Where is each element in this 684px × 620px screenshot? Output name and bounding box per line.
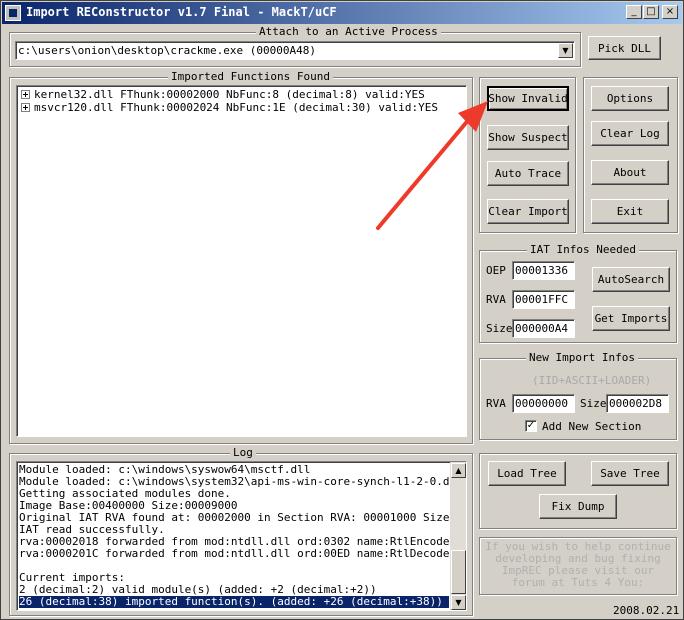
build-date: 2008.02.21: [613, 604, 680, 617]
new-size-label: Size: [580, 397, 607, 410]
footer-note-box: If you wish to help continue developing …: [479, 537, 677, 595]
oep-label: OEP: [486, 264, 506, 277]
fix-dump-button[interactable]: Fix Dump: [539, 494, 617, 519]
scroll-up-icon[interactable]: ▲: [451, 463, 466, 478]
tree-item[interactable]: msvcr120.dll FThunk:00002024 NbFunc:1E (…: [21, 101, 438, 114]
new-rva-label: RVA: [486, 397, 506, 410]
maximize-button[interactable]: □: [643, 5, 659, 19]
process-select-value: c:\users\onion\desktop\crackme.exe (0000…: [18, 44, 317, 57]
get-imports-button[interactable]: Get Imports: [592, 306, 670, 331]
auto-trace-button[interactable]: Auto Trace: [487, 161, 569, 186]
new-import-subtitle: (IID+ASCII+LOADER): [532, 374, 652, 387]
load-tree-button[interactable]: Load Tree: [488, 461, 566, 486]
main-window: Import REConstructor v1.7 Final - MackT/…: [0, 0, 684, 620]
tree-item-label: msvcr120.dll FThunk:00002024 NbFunc:1E (…: [34, 101, 438, 114]
iat-rva-input[interactable]: 00001FFC: [512, 290, 575, 309]
autosearch-button[interactable]: AutoSearch: [592, 267, 670, 292]
log-list[interactable]: Module loaded: c:\windows\syswow64\msctf…: [16, 461, 467, 611]
add-new-section-checkbox[interactable]: ✓: [525, 420, 537, 432]
options-button[interactable]: Options: [591, 86, 669, 111]
size-label: Size: [486, 322, 513, 335]
show-invalid-button[interactable]: Show Invalid: [487, 86, 569, 111]
attach-legend: Attach to an Active Process: [256, 25, 441, 38]
scroll-down-icon[interactable]: ▼: [451, 595, 466, 610]
iat-size-input[interactable]: 000000A4: [512, 319, 575, 338]
add-new-section-label[interactable]: Add New Section: [542, 420, 641, 433]
log-line: rva:0000201C forwarded from mod:ntdll.dl…: [19, 547, 467, 560]
log-line-selected[interactable]: 26 (decimal:38) imported function(s). (a…: [19, 596, 449, 608]
close-button[interactable]: ×: [662, 5, 678, 19]
show-suspect-button[interactable]: Show Suspect: [487, 125, 569, 150]
window-title: Import REConstructor v1.7 Final - MackT/…: [26, 5, 337, 19]
save-tree-button[interactable]: Save Tree: [591, 461, 669, 486]
expand-icon[interactable]: [21, 90, 30, 99]
clear-import-button[interactable]: Clear Import: [487, 199, 569, 224]
new-import-legend: New Import Infos: [526, 351, 638, 364]
about-button[interactable]: About: [591, 160, 669, 185]
new-rva-input[interactable]: 00000000: [512, 394, 575, 413]
minimize-button[interactable]: _: [626, 5, 642, 19]
tree-item[interactable]: kernel32.dll FThunk:00002000 NbFunc:8 (d…: [21, 88, 425, 101]
imports-tree[interactable]: kernel32.dll FThunk:00002000 NbFunc:8 (d…: [16, 85, 467, 437]
pick-dll-button[interactable]: Pick DLL: [588, 36, 661, 60]
app-icon[interactable]: [5, 5, 21, 21]
scrollbar-thumb[interactable]: [451, 550, 466, 594]
exit-button[interactable]: Exit: [591, 199, 669, 224]
process-select[interactable]: c:\users\onion\desktop\crackme.exe (0000…: [15, 41, 575, 60]
oep-input[interactable]: 00001336: [512, 261, 575, 280]
footer-note: If you wish to help continue developing …: [485, 540, 671, 589]
log-legend: Log: [230, 446, 256, 459]
iat-infos-legend: IAT Infos Needed: [527, 243, 639, 256]
new-size-input[interactable]: 000002D8: [606, 394, 669, 413]
rva-label: RVA: [486, 293, 506, 306]
expand-icon[interactable]: [21, 103, 30, 112]
clear-log-button[interactable]: Clear Log: [591, 121, 669, 146]
dropdown-arrow-icon[interactable]: ▼: [558, 43, 573, 58]
imported-functions-legend: Imported Functions Found: [168, 70, 333, 83]
tree-item-label: kernel32.dll FThunk:00002000 NbFunc:8 (d…: [34, 88, 425, 101]
title-bar[interactable]: Import REConstructor v1.7 Final - MackT/…: [2, 2, 682, 24]
